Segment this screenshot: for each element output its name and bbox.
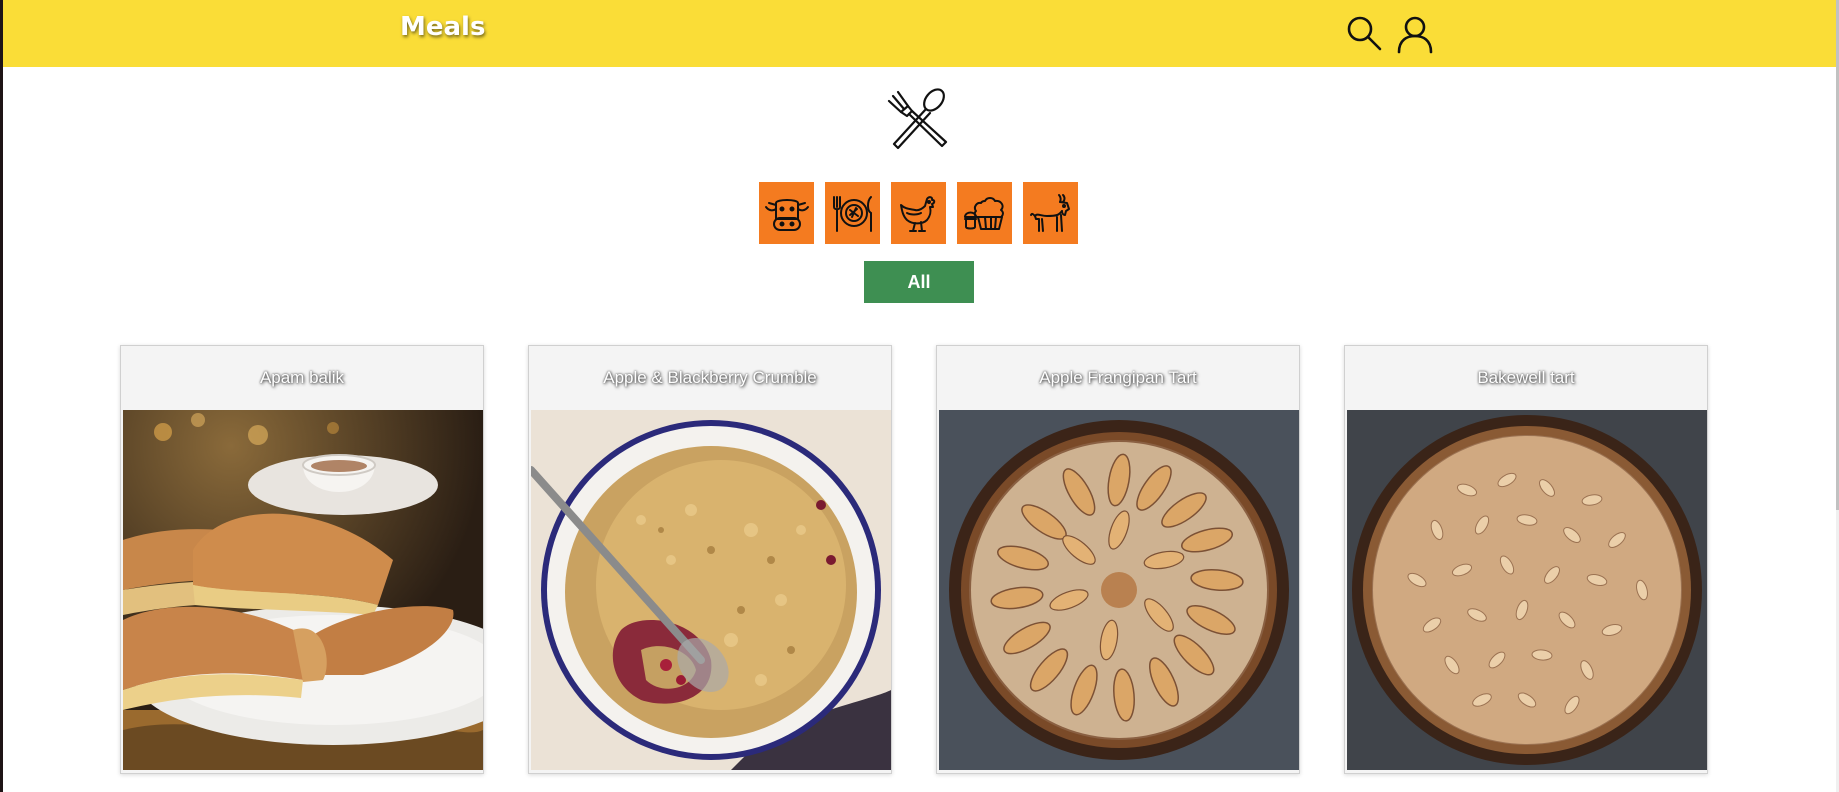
meal-card[interactable]: Apple Frangipan Tart <box>936 345 1300 774</box>
top-navbar: Meals <box>3 0 1836 67</box>
meal-title: Apple & Blackberry Crumble <box>603 367 817 387</box>
meal-title: Apple Frangipan Tart <box>1039 367 1197 387</box>
category-dessert[interactable] <box>957 182 1012 244</box>
chicken-icon <box>899 196 935 232</box>
goat-icon <box>1029 194 1070 232</box>
category-plate[interactable] <box>825 182 880 244</box>
all-filter-button[interactable]: All <box>864 261 974 303</box>
meal-image[interactable] <box>123 410 483 770</box>
meal-image[interactable] <box>939 410 1299 770</box>
category-goat[interactable] <box>1023 182 1078 244</box>
category-beef[interactable] <box>759 182 814 244</box>
window-edge <box>0 0 3 792</box>
fork-spoon-icon <box>884 84 952 152</box>
cow-icon <box>764 199 809 231</box>
meal-card[interactable]: Bakewell tart <box>1344 345 1708 774</box>
category-bar <box>759 182 1078 244</box>
search-icon[interactable] <box>1344 14 1384 54</box>
meal-image[interactable] <box>1347 410 1707 770</box>
meal-title: Apam balik <box>259 367 345 387</box>
meal-image[interactable] <box>531 410 891 770</box>
plate-icon <box>832 196 872 232</box>
meal-grid: Apam balik Apple & Blackberry Crumble Ap… <box>120 345 1708 774</box>
user-icon[interactable] <box>1395 14 1435 54</box>
meal-card[interactable]: Apam balik <box>120 345 484 774</box>
meal-card[interactable]: Apple & Blackberry Crumble <box>528 345 892 774</box>
brand-title[interactable]: Meals <box>400 12 485 42</box>
meal-title: Bakewell tart <box>1477 367 1575 387</box>
category-chicken[interactable] <box>891 182 946 244</box>
dessert-icon <box>963 197 1004 230</box>
